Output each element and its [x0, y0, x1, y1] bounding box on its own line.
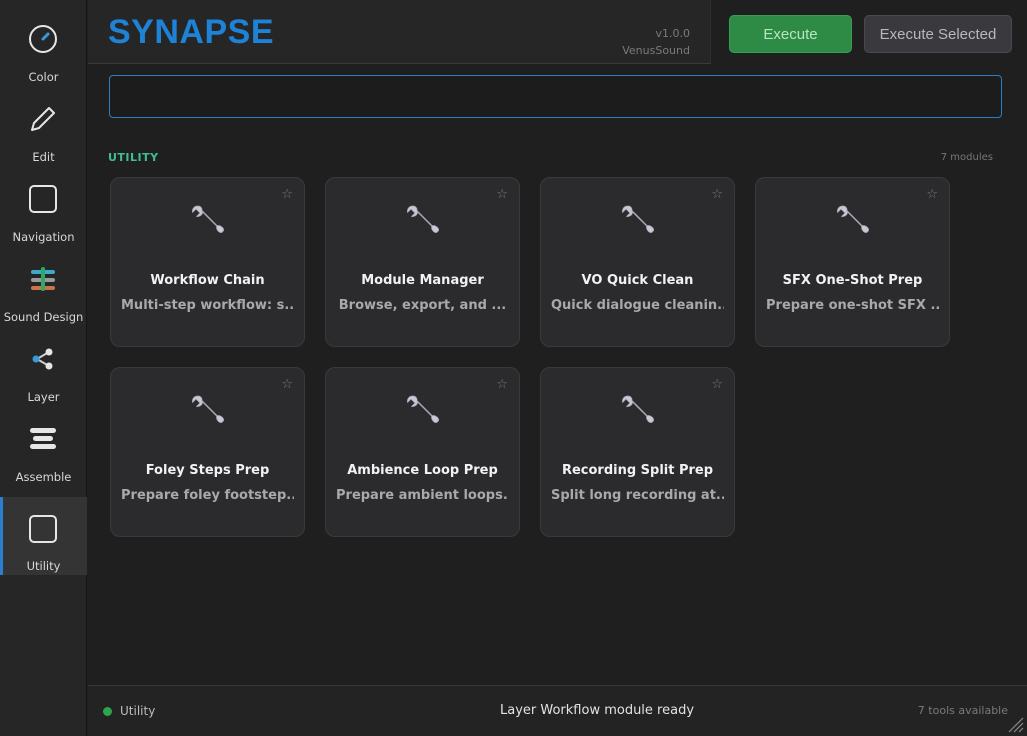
module-name: Recording Split Prep: [561, 463, 714, 478]
sidebar-item-color[interactable]: Color: [0, 10, 87, 88]
star-icon[interactable]: ☆: [926, 187, 938, 202]
status-message: Layer Workflow module ready: [500, 703, 695, 718]
sidebar-item-label: Layer: [27, 390, 60, 404]
square-icon: [29, 515, 57, 543]
sidebar-item-label: Sound Design: [3, 310, 84, 324]
module-card[interactable]: ☆ SFX One-Shot Prep Prepare one-shot SFX .…: [755, 177, 950, 347]
sidebar-item-utility[interactable]: Utility: [0, 497, 87, 575]
module-name: Workflow Chain: [150, 273, 265, 288]
module-card[interactable]: ☆ Ambience Loop Prep Prepare ambient loops…: [325, 367, 520, 537]
app-header: SYNAPSE v1.0.0 VenusSound: [88, 0, 711, 64]
sidebar-item-label: Color: [28, 70, 59, 84]
wrench-icon: [189, 202, 225, 238]
status-module: Utility: [120, 704, 156, 718]
module-name: Module Manager: [361, 273, 484, 288]
star-icon[interactable]: ☆: [711, 187, 723, 202]
star-icon[interactable]: ☆: [281, 377, 293, 392]
module-card[interactable]: ☆ Module Manager Browse, export, and ...: [325, 177, 520, 347]
wrench-icon: [619, 202, 655, 238]
module-name: Foley Steps Prep: [145, 463, 270, 478]
module-card[interactable]: ☆ Recording Split Prep Split long recordin…: [540, 367, 735, 537]
square-icon: [29, 185, 57, 213]
module-description: Prepare one-shot SFX ...: [766, 298, 939, 313]
module-description: Browse, export, and ...: [338, 298, 507, 313]
module-description: Quick dialogue cleanin...: [551, 298, 724, 313]
tools-available: 7 tools available: [917, 704, 1008, 717]
resize-grip-icon[interactable]: [1003, 712, 1025, 734]
execute-button[interactable]: Execute: [729, 15, 852, 53]
vendor-label: VenusSound: [622, 44, 690, 57]
app-title: SYNAPSE: [108, 13, 274, 51]
sidebar-item-edit[interactable]: Edit: [0, 90, 87, 168]
module-description: Prepare ambient loops...: [336, 488, 509, 503]
star-icon[interactable]: ☆: [496, 377, 508, 392]
section-title: UTILITY: [108, 151, 159, 164]
wrench-icon: [404, 392, 440, 428]
sidebar-item-assemble[interactable]: Assemble: [0, 410, 87, 488]
search-input[interactable]: [109, 75, 1002, 118]
module-description: Split long recording at...: [551, 488, 724, 503]
module-description: Prepare foley footstep...: [121, 488, 294, 503]
module-name: VO Quick Clean: [581, 273, 694, 288]
wrench-icon: [404, 202, 440, 238]
module-description: Multi-step workflow: s...: [121, 298, 294, 313]
module-card[interactable]: ☆ Workflow Chain Multi-step workflow: s...: [110, 177, 305, 347]
module-card[interactable]: ☆ Foley Steps Prep Prepare foley footstep.…: [110, 367, 305, 537]
pencil-icon: [31, 107, 55, 131]
sidebar-item-label: Edit: [32, 150, 55, 164]
gauge-icon: [29, 25, 57, 53]
module-count: 7 modules: [940, 152, 993, 163]
share-icon: [32, 348, 53, 370]
scrollbar[interactable]: [1016, 63, 1027, 685]
status-indicator: [103, 707, 112, 716]
sidebar-item-label: Navigation: [12, 230, 75, 244]
sidebar-item-label: Utility: [26, 559, 61, 573]
module-name: SFX One-Shot Prep: [782, 273, 923, 288]
star-icon[interactable]: ☆: [281, 187, 293, 202]
wrench-icon: [834, 202, 870, 238]
wrench-icon: [189, 392, 225, 428]
execute-selected-button[interactable]: Execute Selected: [864, 15, 1012, 53]
star-icon[interactable]: ☆: [496, 187, 508, 202]
sidebar-item-label: Assemble: [15, 470, 72, 484]
sidebar-item-navigation[interactable]: Navigation: [0, 170, 87, 248]
sidebar: Color Edit Navigation Sound Design Layer: [0, 0, 87, 736]
module-card[interactable]: ☆ VO Quick Clean Quick dialogue cleanin...: [540, 177, 735, 347]
status-bar: Utility Layer Workflow module ready 7 to…: [88, 685, 1027, 736]
stack-icon: [30, 428, 56, 449]
star-icon[interactable]: ☆: [711, 377, 723, 392]
sidebar-item-sound-design[interactable]: Sound Design: [0, 250, 87, 328]
module-name: Ambience Loop Prep: [347, 463, 498, 478]
sidebar-item-layer[interactable]: Layer: [0, 330, 87, 408]
version-label: v1.0.0: [655, 27, 691, 40]
wrench-icon: [619, 392, 655, 428]
sliders-icon: [31, 267, 55, 291]
